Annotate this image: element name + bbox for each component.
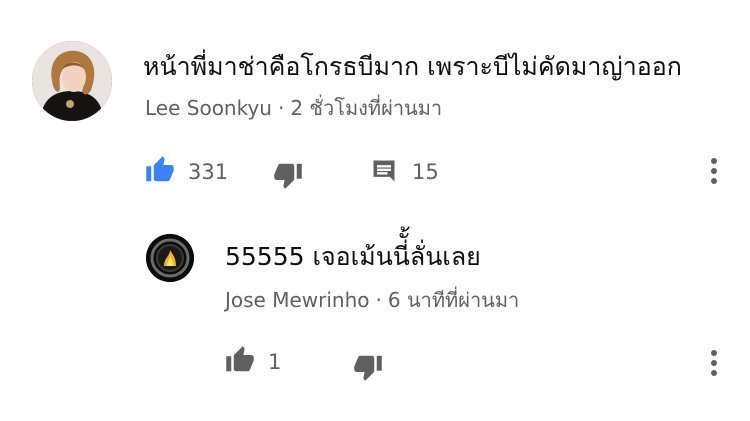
reply-icon [373, 160, 395, 182]
like-button[interactable] [144, 155, 176, 185]
reply-more-button[interactable] [711, 350, 717, 380]
reply-dislike-button[interactable] [352, 352, 384, 382]
avatar-image [32, 41, 112, 121]
thumb-up-icon [146, 156, 174, 182]
reply-author-name[interactable]: Jose Mewrinho [225, 288, 370, 312]
meta-separator: · [277, 96, 285, 120]
comment-author-name[interactable]: Lee Soonkyu [145, 96, 272, 120]
reply-like-button[interactable] [224, 345, 256, 375]
avatar-image [146, 234, 194, 282]
reply-button[interactable] [370, 157, 398, 185]
more-vert-icon [711, 158, 717, 184]
like-count: 331 [188, 160, 229, 184]
thumb-down-icon [274, 163, 302, 189]
thumb-down-icon [354, 355, 382, 381]
reply-count[interactable]: 15 [412, 160, 439, 184]
reply-text: 55555 เจอเม้นนี่ั้ลั่นเลย [225, 242, 481, 271]
reply-like-count: 1 [268, 350, 282, 374]
comment-more-button[interactable] [711, 158, 717, 188]
thumb-up-icon [226, 346, 254, 372]
comment-text: หน้าพี่มาช่าคือโกรธบีมาก เพราะบีไม่คัดมา… [143, 52, 682, 81]
comment-author-avatar[interactable] [32, 41, 112, 121]
comment-meta: Lee Soonkyu · 2 ชั่วโมงที่ผ่านมา [145, 96, 442, 120]
dislike-button[interactable] [272, 160, 304, 190]
reply-timestamp[interactable]: 6 นาทีที่ผ่านมา [388, 288, 519, 312]
more-vert-icon [711, 350, 717, 376]
comment-timestamp[interactable]: 2 ชั่วโมงที่ผ่านมา [290, 96, 442, 120]
reply-meta: Jose Mewrinho · 6 นาทีที่ผ่านมา [225, 288, 519, 312]
reply-author-avatar[interactable] [146, 234, 194, 282]
meta-separator: · [375, 288, 382, 312]
